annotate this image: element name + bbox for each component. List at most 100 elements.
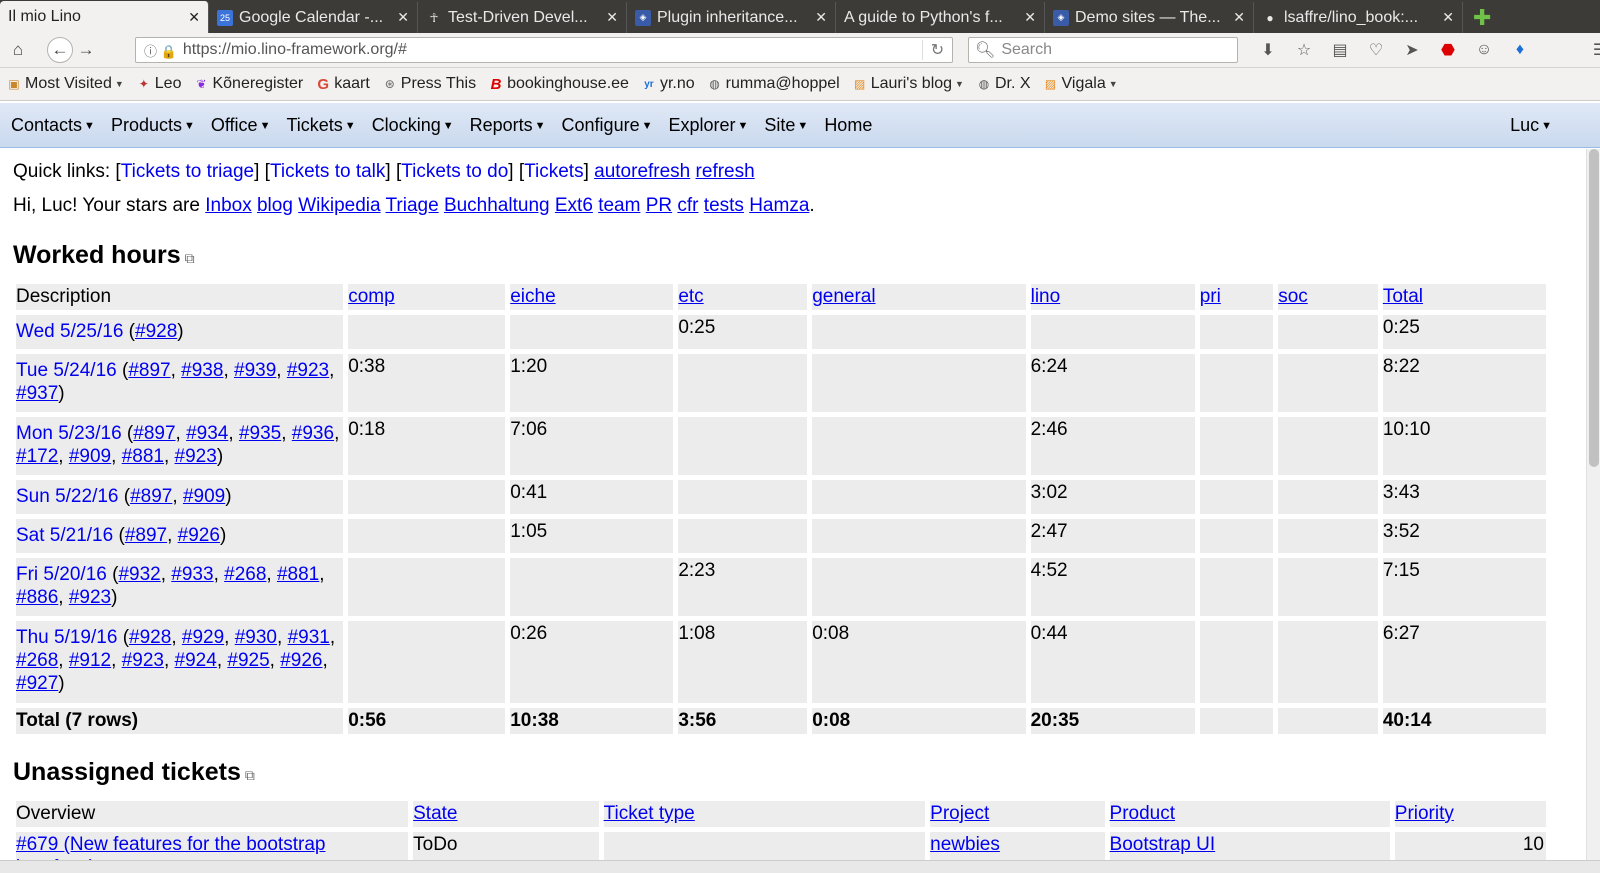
bookmark-item[interactable]: ◍ rumma@hoppel [707, 75, 839, 93]
column-header-label[interactable]: soc [1278, 286, 1308, 307]
star-link[interactable]: PR [646, 195, 672, 216]
column-header[interactable]: State [413, 801, 599, 827]
quick-link[interactable]: Tickets to talk [270, 161, 385, 182]
refresh-link[interactable]: refresh [696, 161, 755, 182]
lock-icon[interactable]: ⓘ 🔒 [144, 41, 177, 60]
column-header-label[interactable]: lino [1031, 286, 1061, 307]
ticket-link[interactable]: #936 [292, 423, 334, 444]
browser-tab[interactable]: A guide to Python's f... ✕ [836, 2, 1045, 33]
bookmark-star-icon[interactable]: ☆ [1286, 40, 1322, 60]
menu-reports[interactable]: Reports ▼ [459, 115, 551, 136]
ticket-link[interactable]: #909 [69, 446, 111, 467]
ticket-link[interactable]: #932 [118, 564, 160, 585]
ticket-link[interactable]: #925 [227, 650, 269, 671]
menu-contacts[interactable]: Contacts ▼ [0, 115, 100, 136]
ticket-link[interactable]: #909 [183, 486, 225, 507]
ticket-link[interactable]: #934 [186, 423, 228, 444]
chat-icon[interactable]: ☺ [1466, 41, 1502, 59]
home-icon[interactable]: ⌂ [5, 37, 31, 63]
quick-link[interactable]: Tickets to triage [121, 161, 254, 182]
column-header[interactable]: Priority [1394, 801, 1546, 827]
reading-list-icon[interactable]: ▤ [1322, 40, 1358, 60]
column-header[interactable]: general [812, 284, 1026, 310]
reload-icon[interactable]: ↻ [922, 40, 952, 60]
column-header-label[interactable]: etc [678, 286, 703, 307]
page-scrollbar[interactable] [1586, 149, 1600, 873]
date-link[interactable]: Fri 5/20/16 [16, 564, 107, 585]
close-tab-icon[interactable]: ✕ [1233, 9, 1245, 26]
ticket-link[interactable]: #268 [224, 564, 266, 585]
close-tab-icon[interactable]: ✕ [606, 9, 618, 26]
ticket-link[interactable]: #926 [178, 525, 220, 546]
bookmark-item[interactable]: Bbookinghouse.ee [488, 75, 629, 93]
ticket-link[interactable]: #923 [287, 360, 329, 381]
browser-tab[interactable]: Il mio Lino ✕ [0, 1, 209, 33]
browser-tab[interactable]: 25 Google Calendar -... ✕ [209, 2, 418, 33]
adblock-icon[interactable]: ⬣ [1430, 40, 1466, 60]
close-tab-icon[interactable]: ✕ [1442, 9, 1454, 26]
star-link[interactable]: blog [257, 195, 293, 216]
url-bar[interactable]: ⓘ 🔒 https://mio.lino-framework.org/# ↻ [135, 37, 953, 63]
menu-explorer[interactable]: Explorer ▼ [657, 115, 753, 136]
column-header-label[interactable]: comp [348, 286, 394, 307]
scrollbar-thumb[interactable] [1589, 149, 1599, 467]
column-header[interactable]: comp [348, 284, 506, 310]
menu-products[interactable]: Products ▼ [100, 115, 200, 136]
ticket-link[interactable]: #881 [277, 564, 319, 585]
star-link[interactable]: cfr [677, 195, 698, 216]
menu-office[interactable]: Office ▼ [200, 115, 276, 136]
column-header-label[interactable]: State [413, 803, 457, 824]
column-header-label[interactable]: Total [1383, 286, 1423, 307]
column-header[interactable]: eiche [510, 284, 674, 310]
star-link[interactable]: tests [704, 195, 744, 216]
bookmark-item[interactable]: ▨ Lauri's blog ▼ [852, 75, 964, 93]
column-header[interactable]: Total [1382, 284, 1546, 310]
column-header-label[interactable]: Ticket type [604, 803, 695, 824]
menu-tickets[interactable]: Tickets ▼ [275, 115, 360, 136]
ticket-link[interactable]: #926 [280, 650, 322, 671]
bookmark-item[interactable]: Gkaart [315, 75, 369, 93]
forward-button[interactable]: → [73, 37, 99, 63]
browser-tab[interactable]: ☥ Test-Driven Devel... ✕ [418, 2, 627, 33]
ticket-link[interactable]: #933 [171, 564, 213, 585]
ticket-link[interactable]: #268 [16, 650, 58, 671]
bookmark-item[interactable]: ⊛ Press This [382, 75, 476, 93]
ticket-link[interactable]: #928 [129, 627, 171, 648]
close-tab-icon[interactable]: ✕ [397, 9, 409, 26]
bookmark-item[interactable]: ✦ Leo [136, 75, 182, 93]
close-tab-icon[interactable]: ✕ [815, 9, 827, 26]
ticket-link[interactable]: #881 [122, 446, 164, 467]
column-header-label[interactable]: eiche [510, 286, 555, 307]
quick-link[interactable]: Tickets [524, 161, 583, 182]
browser-tab[interactable]: ◈ Demo sites — The... ✕ [1045, 2, 1254, 33]
bookmark-item[interactable]: ▨ Vigala ▼ [1043, 75, 1118, 93]
ticket-link[interactable]: #928 [135, 321, 177, 342]
column-header-label[interactable]: Priority [1395, 803, 1454, 824]
column-header-label[interactable]: general [812, 286, 875, 307]
bookmark-item[interactable]: ◍ Dr. X [976, 75, 1031, 93]
ticket-link[interactable]: #172 [16, 446, 58, 467]
hamburger-menu-icon[interactable]: ☰ [1582, 40, 1600, 60]
user-menu[interactable]: Luc ▼ [1499, 115, 1557, 136]
column-header[interactable]: etc [678, 284, 808, 310]
menu-site[interactable]: Site ▼ [753, 115, 813, 136]
close-tab-icon[interactable]: ✕ [188, 9, 200, 26]
bookmark-item[interactable]: yr yr.no [641, 75, 694, 93]
close-tab-icon[interactable]: ✕ [1024, 9, 1036, 26]
ticket-link[interactable]: #897 [130, 486, 172, 507]
ticket-link[interactable]: #923 [69, 587, 111, 608]
ticket-link[interactable]: #912 [69, 650, 111, 671]
ticket-link[interactable]: #939 [234, 360, 276, 381]
menu-home[interactable]: Home [813, 115, 877, 136]
star-link[interactable]: team [598, 195, 640, 216]
quick-link[interactable]: Tickets to do [401, 161, 508, 182]
autorefresh-link[interactable]: autorefresh [594, 161, 690, 182]
column-header[interactable]: Ticket type [603, 801, 926, 827]
column-header[interactable]: soc [1278, 284, 1378, 310]
browser-tab[interactable]: ◈ Plugin inheritance... ✕ [627, 2, 836, 33]
browser-tab[interactable]: ● lsaffre/lino_book:... ✕ [1254, 2, 1463, 33]
ticket-link[interactable]: #938 [181, 360, 223, 381]
menu-clocking[interactable]: Clocking ▼ [361, 115, 459, 136]
ticket-link[interactable]: #886 [16, 587, 58, 608]
ticket-link[interactable]: #935 [239, 423, 281, 444]
